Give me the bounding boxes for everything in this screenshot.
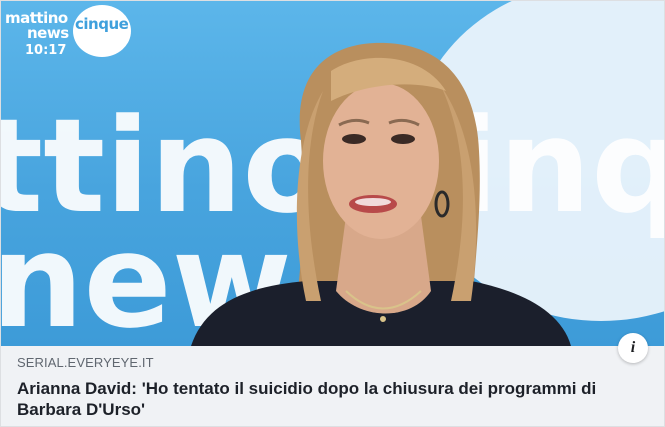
preview-image[interactable]: ttino cinq new cinque mattino news 10:17 [1, 1, 664, 346]
logo-circle-text: cinque [75, 15, 129, 33]
link-preview-card[interactable]: ttino cinq new cinque mattino news 10:17… [0, 0, 665, 427]
link-domain: SERIAL.EVERYEYE.IT [17, 355, 154, 370]
channel-logo: cinque mattino news 10:17 [5, 5, 135, 58]
logo-time: 10:17 [25, 43, 67, 58]
link-caption[interactable]: SERIAL.EVERYEYE.IT Arianna David: 'Ho te… [1, 346, 664, 426]
link-headline[interactable]: Arianna David: 'Ho tentato il suicidio d… [17, 378, 648, 420]
logo-circle: cinque [73, 5, 131, 57]
info-icon: i [630, 339, 636, 356]
logo-word-bottom: news [27, 24, 69, 42]
info-button[interactable]: i [618, 333, 648, 363]
